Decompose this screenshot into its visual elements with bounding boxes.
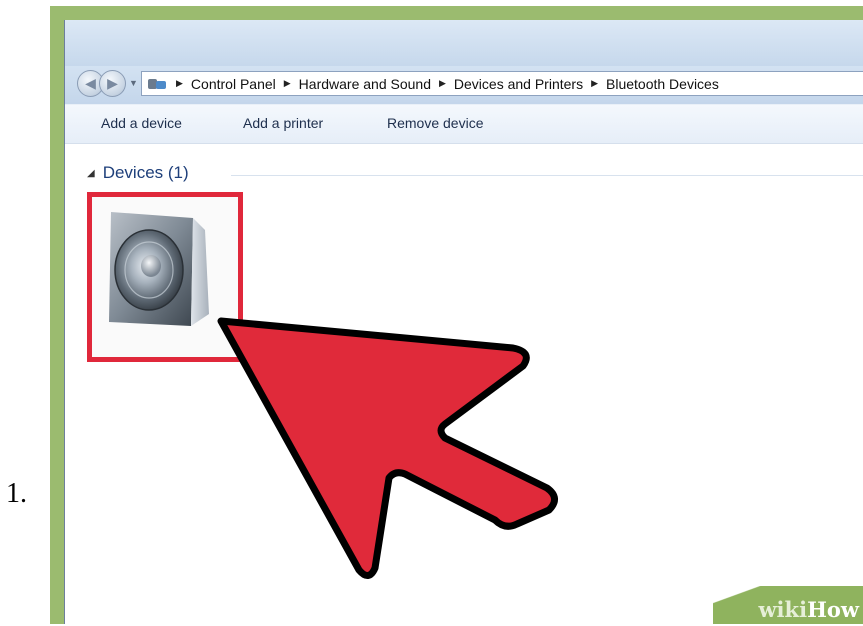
image-frame: ◀ ▶ ▼ ▶ Control Panel ▶ Hardware and Sou… <box>50 6 863 624</box>
watermark-part1: wiki <box>758 597 808 622</box>
explorer-window: ◀ ▶ ▼ ▶ Control Panel ▶ Hardware and Sou… <box>64 20 863 624</box>
wikihow-logo-text: wikiHow <box>758 597 859 622</box>
wikihow-watermark: wikiHow <box>713 586 863 624</box>
step-number: 1. <box>6 478 27 509</box>
watermark-part2: How <box>807 597 859 622</box>
pointer-arrow-annotation <box>217 317 558 579</box>
